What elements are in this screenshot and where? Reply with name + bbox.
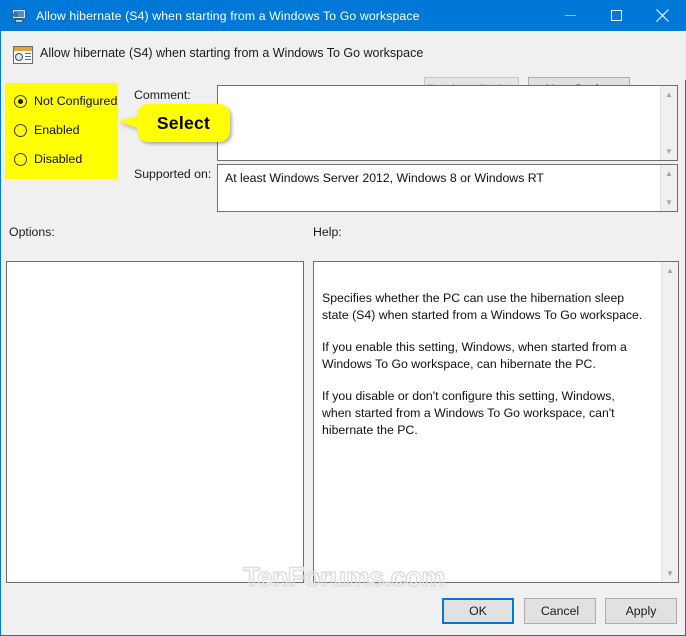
policy-state-radio-group-highlight: Not Configured Enabled Disabled xyxy=(5,83,118,179)
help-text: Specifies whether the PC can use the hib… xyxy=(322,290,644,438)
group-policy-setting-icon xyxy=(13,45,33,65)
chevron-up-icon[interactable]: ▲ xyxy=(661,165,678,182)
help-panel: Specifies whether the PC can use the hib… xyxy=(313,261,679,583)
comment-scrollbar[interactable]: ▲ ▼ xyxy=(660,86,677,160)
help-paragraph: If you enable this setting, Windows, whe… xyxy=(322,340,627,371)
radio-not-configured-indicator xyxy=(14,94,27,108)
window-title: Allow hibernate (S4) when starting from … xyxy=(36,8,420,23)
minimize-button[interactable] xyxy=(547,0,593,31)
maximize-icon xyxy=(610,10,622,21)
cancel-button[interactable]: Cancel xyxy=(524,598,596,624)
radio-enabled-label: Enabled xyxy=(34,123,80,137)
radio-not-configured-label: Not Configured xyxy=(34,94,118,108)
supported-on-field: At least Windows Server 2012, Windows 8 … xyxy=(217,164,678,212)
ok-button[interactable]: OK xyxy=(442,598,514,624)
setting-name: Allow hibernate (S4) when starting from … xyxy=(40,46,424,60)
setting-header: Allow hibernate (S4) when starting from … xyxy=(2,31,686,101)
close-button[interactable] xyxy=(639,0,685,31)
help-paragraph: If you disable or don't configure this s… xyxy=(322,389,615,437)
help-label: Help: xyxy=(313,225,342,239)
supported-on-scrollbar[interactable]: ▲ ▼ xyxy=(660,165,677,211)
radio-not-configured[interactable]: Not Configured xyxy=(14,93,117,109)
options-label: Options: xyxy=(9,225,55,239)
chevron-down-icon[interactable]: ▼ xyxy=(661,143,678,160)
computer-monitor-icon xyxy=(11,8,27,24)
select-callout: Select xyxy=(137,104,230,142)
window-controls xyxy=(547,0,685,31)
radio-disabled[interactable]: Disabled xyxy=(14,151,82,167)
minimize-icon xyxy=(564,15,576,16)
radio-enabled-indicator xyxy=(14,123,27,137)
radio-disabled-label: Disabled xyxy=(34,152,83,166)
help-paragraph: Specifies whether the PC can use the hib… xyxy=(322,291,643,322)
chevron-down-icon[interactable]: ▼ xyxy=(662,565,679,582)
title-bar: Allow hibernate (S4) when starting from … xyxy=(1,0,685,31)
radio-enabled[interactable]: Enabled xyxy=(14,122,79,138)
chevron-down-icon[interactable]: ▼ xyxy=(661,194,678,211)
comment-label: Comment: xyxy=(134,88,191,102)
supported-on-label: Supported on: xyxy=(134,167,212,181)
callout-label: Select xyxy=(156,112,211,133)
help-scrollbar[interactable]: ▲ ▼ xyxy=(661,262,678,582)
apply-button[interactable]: Apply xyxy=(605,598,677,624)
options-panel[interactable] xyxy=(6,261,304,583)
close-icon xyxy=(655,9,669,22)
chevron-up-icon[interactable]: ▲ xyxy=(661,86,678,103)
supported-on-value: At least Windows Server 2012, Windows 8 … xyxy=(225,171,544,185)
comment-field[interactable]: ▲ ▼ xyxy=(217,85,678,161)
chevron-up-icon[interactable]: ▲ xyxy=(662,262,679,279)
maximize-button[interactable] xyxy=(593,0,639,31)
policy-setting-dialog: Allow hibernate (S4) when starting from … xyxy=(0,0,686,636)
radio-disabled-indicator xyxy=(14,152,27,166)
